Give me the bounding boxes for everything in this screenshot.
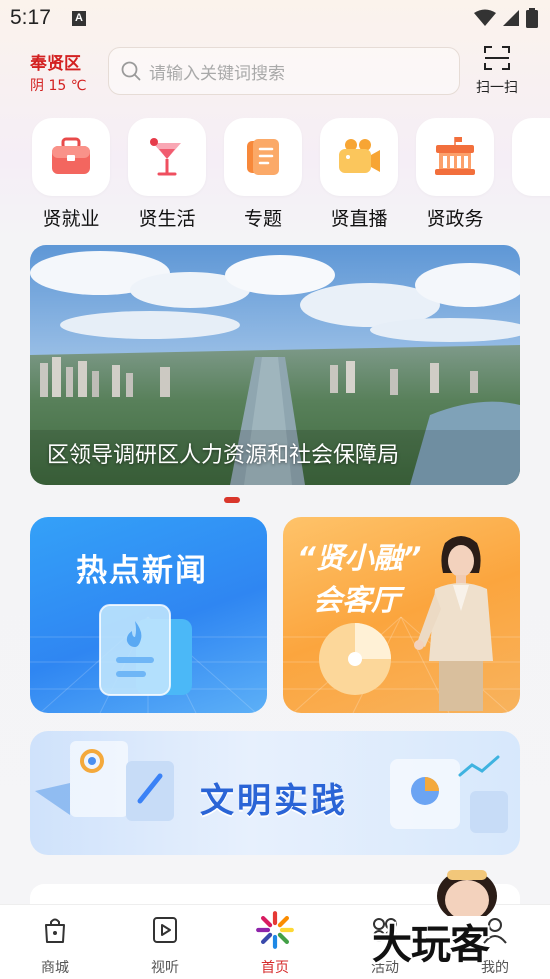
camera-icon xyxy=(339,139,380,173)
banner-title: 区领导调研区人力资源和社会保障局 xyxy=(47,443,400,468)
scan-icon xyxy=(484,46,510,70)
header: 奉贤区 阴 15 ℃ 请输入关键词搜索 扫一扫 xyxy=(0,42,550,102)
quick-entry-topics[interactable]: 专题 xyxy=(224,118,302,230)
banner-carousel[interactable]: 区领导调研区人力资源和社会保障局 xyxy=(30,245,520,485)
tab-media[interactable]: 视听 xyxy=(110,905,220,979)
guest-hall-title-line2: 会客厅 xyxy=(313,583,401,617)
notification-icon: A xyxy=(72,11,86,26)
pie-decoration-icon xyxy=(319,623,391,695)
tab-label: 商城 xyxy=(41,960,69,976)
carousel-indicator xyxy=(224,497,240,503)
hot-news-title: 热点新闻 xyxy=(76,553,208,589)
cocktail-icon xyxy=(150,138,181,176)
tab-label: 视听 xyxy=(151,960,179,976)
status-icons xyxy=(474,8,538,28)
quick-entry-live[interactable]: 贤直播 xyxy=(320,118,398,230)
avatar xyxy=(414,536,493,711)
location-weather[interactable]: 奉贤区 阴 15 ℃ xyxy=(30,54,86,96)
quick-entry-employment[interactable]: 贤就业 xyxy=(32,118,110,230)
status-bar: 5:17 A xyxy=(0,0,550,38)
quick-entry-label: 贤生活 xyxy=(138,208,196,230)
quick-entry-row: 贤就业 贤生活 专题 贤直播 贤政务 xyxy=(0,118,550,230)
guest-hall-card[interactable]: “贤小融” 会客厅 xyxy=(283,517,520,713)
scan-button[interactable]: 扫一扫 xyxy=(470,42,524,97)
shopping-bag-icon xyxy=(45,918,65,943)
play-icon xyxy=(153,917,177,943)
quick-entry-government[interactable]: 贤政务 xyxy=(416,118,494,230)
quick-entry-life[interactable]: 贤生活 xyxy=(128,118,206,230)
guest-hall-title-line1: “贤小融” xyxy=(297,541,422,575)
watermark-logo: 大玩客 xyxy=(372,922,490,968)
hot-news-card[interactable]: 热点新闻 xyxy=(30,517,267,713)
news-document-icon xyxy=(99,604,192,696)
battery-icon xyxy=(526,8,538,28)
signal-icon xyxy=(503,10,519,26)
wifi-icon xyxy=(474,9,496,26)
search-input[interactable]: 请输入关键词搜索 xyxy=(108,47,460,95)
tab-home[interactable]: 首页 xyxy=(220,905,330,979)
assistant-avatar[interactable] xyxy=(432,866,502,916)
location-name: 奉贤区 xyxy=(30,54,81,74)
government-icon xyxy=(435,137,475,175)
weather-text: 阴 15 ℃ xyxy=(30,78,87,94)
briefcase-icon xyxy=(52,137,90,174)
document-icon xyxy=(247,139,279,175)
quick-entry-label: 贤就业 xyxy=(42,208,100,230)
tab-label: 首页 xyxy=(261,960,289,976)
quick-entry-label: 专题 xyxy=(243,208,282,230)
tab-mall[interactable]: 商城 xyxy=(0,905,110,979)
civilization-title: 文明实践 xyxy=(200,781,348,821)
scan-label: 扫一扫 xyxy=(476,80,518,96)
status-time: 5:17 xyxy=(10,6,51,29)
quick-entry-label: 贤直播 xyxy=(330,208,388,230)
quick-entry-label: 贤政务 xyxy=(426,208,484,230)
search-icon xyxy=(121,61,141,81)
civilization-practice-card[interactable]: 文明实践 xyxy=(30,731,520,855)
home-logo-icon xyxy=(256,911,294,949)
search-placeholder: 请输入关键词搜索 xyxy=(149,63,285,84)
quick-entry-more[interactable] xyxy=(512,118,550,196)
